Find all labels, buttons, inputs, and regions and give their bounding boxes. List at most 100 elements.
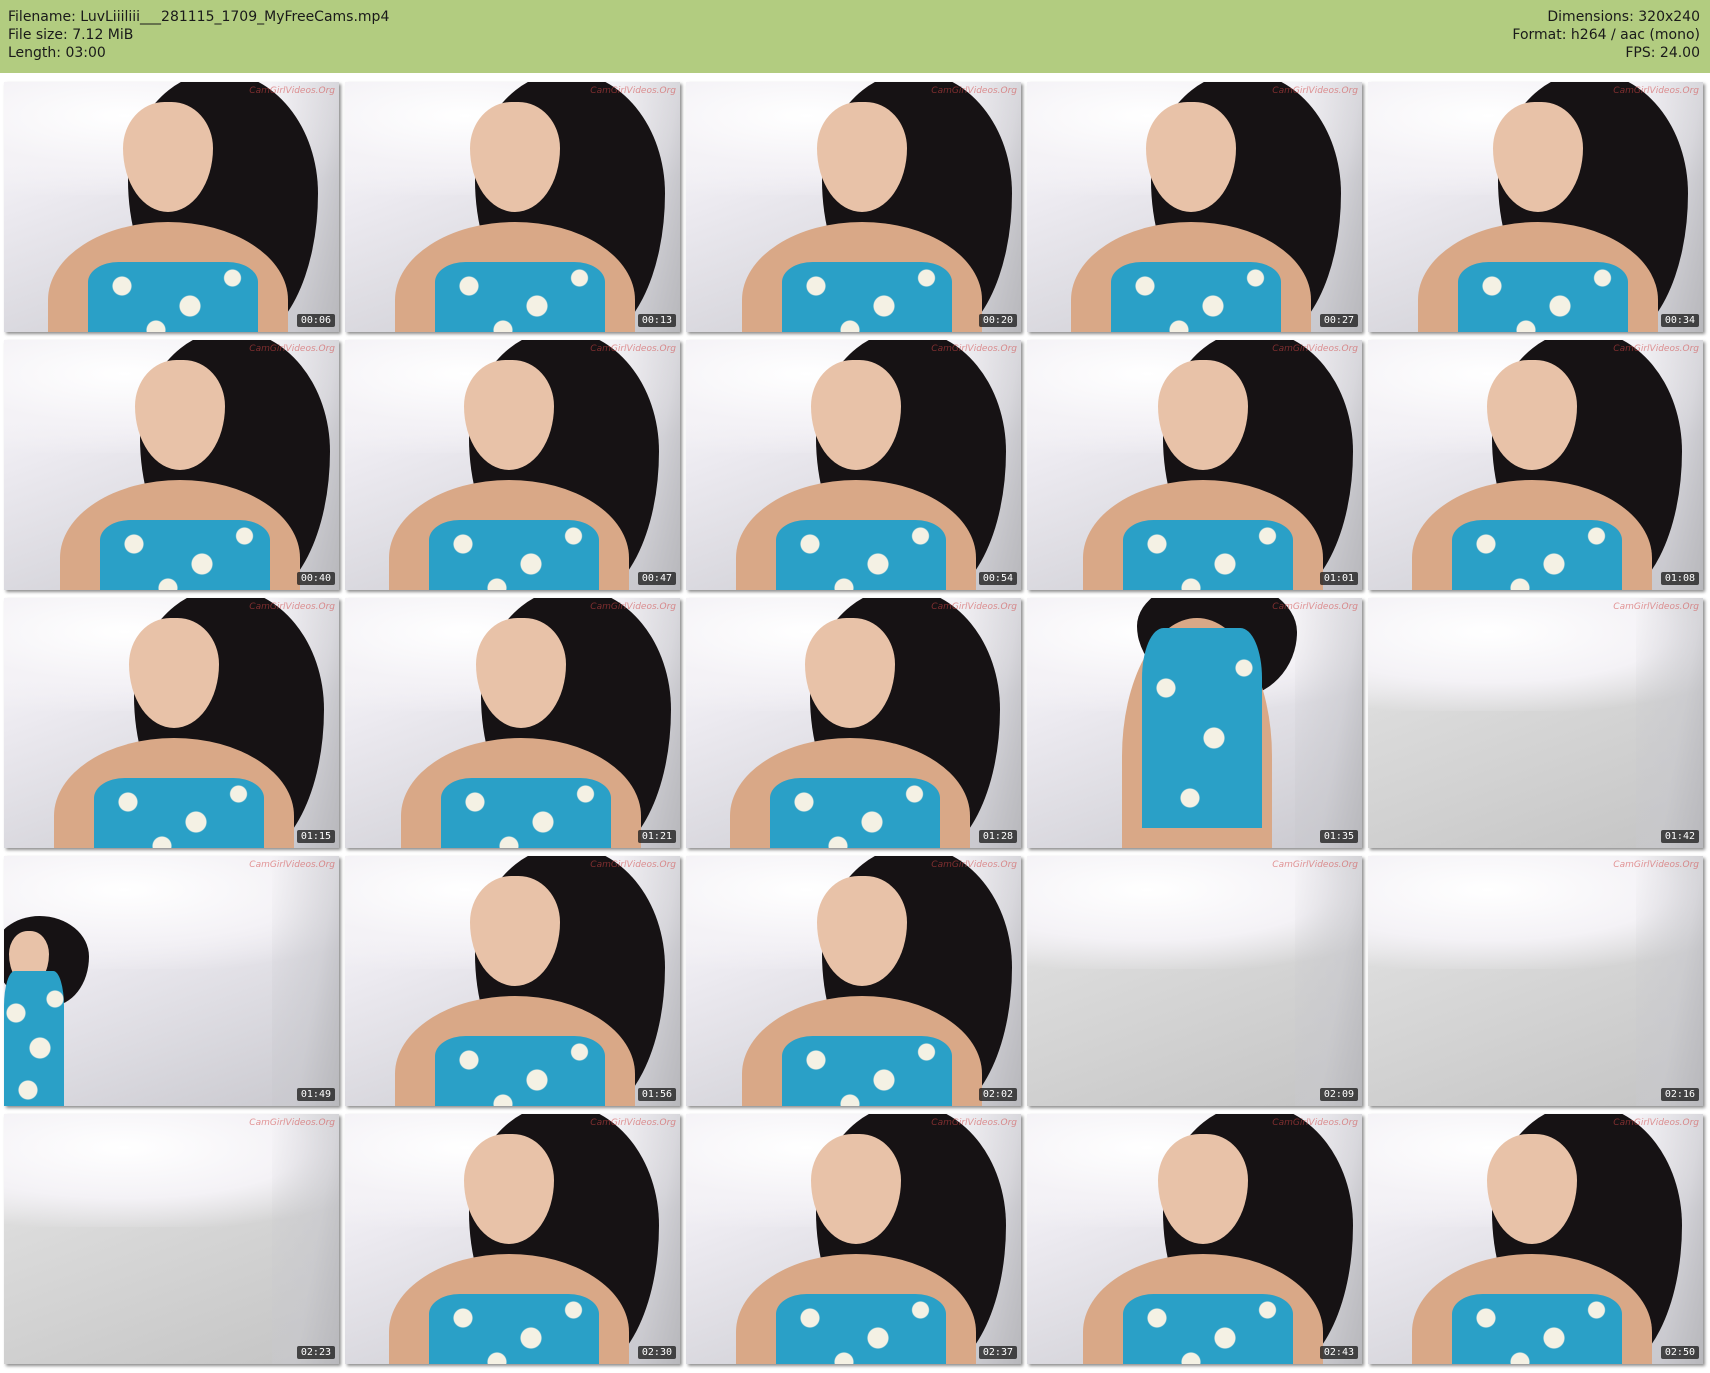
info-header: Filename: LuvLiiiliii___281115_1709_MyFr… bbox=[0, 0, 1710, 73]
room-corner bbox=[1636, 856, 1703, 1106]
timestamp-label: 00:13 bbox=[637, 314, 676, 327]
video-thumbnail[interactable]: CamGirlVideos.Org 00:54 bbox=[686, 340, 1021, 590]
timestamp-label: 01:35 bbox=[1319, 830, 1358, 843]
watermark-text: CamGirlVideos.Org bbox=[249, 86, 335, 96]
dress-shape bbox=[776, 1294, 946, 1364]
timestamp-label: 01:56 bbox=[637, 1088, 676, 1101]
video-thumbnail[interactable]: CamGirlVideos.Org 00:06 bbox=[4, 82, 339, 332]
timestamp-label: 02:30 bbox=[637, 1346, 676, 1359]
dress-shape bbox=[1452, 1294, 1622, 1364]
video-thumbnail[interactable]: CamGirlVideos.Org 01:49 bbox=[4, 856, 339, 1106]
filename-label: Filename: LuvLiiiliii___281115_1709_MyFr… bbox=[8, 9, 390, 25]
video-thumbnail[interactable]: CamGirlVideos.Org 02:02 bbox=[686, 856, 1021, 1106]
dress-shape bbox=[776, 520, 946, 590]
watermark-text: CamGirlVideos.Org bbox=[931, 1118, 1017, 1128]
video-thumbnail[interactable]: CamGirlVideos.Org 00:27 bbox=[1027, 82, 1362, 332]
video-thumbnail[interactable]: CamGirlVideos.Org 02:09 bbox=[1027, 856, 1362, 1106]
video-thumbnail[interactable]: CamGirlVideos.Org 01:56 bbox=[345, 856, 680, 1106]
filesize-label: File size: 7.12 MiB bbox=[8, 27, 134, 43]
watermark-text: CamGirlVideos.Org bbox=[1272, 860, 1358, 870]
room-corner bbox=[1636, 598, 1703, 848]
watermark-text: CamGirlVideos.Org bbox=[931, 344, 1017, 354]
dress-shape bbox=[88, 262, 258, 332]
watermark-text: CamGirlVideos.Org bbox=[590, 860, 676, 870]
room-corner bbox=[1295, 598, 1362, 848]
thumbnail-grid: CamGirlVideos.Org 00:06 CamGirlVideos.Org 0… bbox=[4, 82, 1703, 1364]
video-thumbnail[interactable]: CamGirlVideos.Org 02:30 bbox=[345, 1114, 680, 1364]
timestamp-label: 02:23 bbox=[296, 1346, 335, 1359]
video-thumbnail[interactable]: CamGirlVideos.Org 00:20 bbox=[686, 82, 1021, 332]
watermark-text: CamGirlVideos.Org bbox=[249, 602, 335, 612]
dress-shape bbox=[1111, 262, 1281, 332]
video-thumbnail[interactable]: CamGirlVideos.Org 01:08 bbox=[1368, 340, 1703, 590]
watermark-text: CamGirlVideos.Org bbox=[590, 1118, 676, 1128]
timestamp-label: 00:47 bbox=[637, 572, 676, 585]
media-info: Dimensions: 320x240 Format: h264 / aac (… bbox=[1512, 8, 1700, 62]
timestamp-label: 02:16 bbox=[1660, 1088, 1699, 1101]
watermark-text: CamGirlVideos.Org bbox=[590, 86, 676, 96]
watermark-text: CamGirlVideos.Org bbox=[1613, 860, 1699, 870]
room-corner bbox=[1295, 856, 1362, 1106]
watermark-text: CamGirlVideos.Org bbox=[1613, 86, 1699, 96]
timestamp-label: 01:15 bbox=[296, 830, 335, 843]
video-thumbnail[interactable]: CamGirlVideos.Org 02:23 bbox=[4, 1114, 339, 1364]
watermark-text: CamGirlVideos.Org bbox=[1613, 1118, 1699, 1128]
watermark-text: CamGirlVideos.Org bbox=[931, 860, 1017, 870]
dress-shape bbox=[441, 778, 611, 848]
dress-shape bbox=[4, 971, 64, 1106]
watermark-text: CamGirlVideos.Org bbox=[249, 1118, 335, 1128]
timestamp-label: 01:28 bbox=[978, 830, 1017, 843]
video-thumbnail[interactable]: CamGirlVideos.Org 00:40 bbox=[4, 340, 339, 590]
watermark-text: CamGirlVideos.Org bbox=[249, 344, 335, 354]
timestamp-label: 02:43 bbox=[1319, 1346, 1358, 1359]
timestamp-label: 00:06 bbox=[296, 314, 335, 327]
dress-shape bbox=[1452, 520, 1622, 590]
dress-shape bbox=[1458, 262, 1628, 332]
watermark-text: CamGirlVideos.Org bbox=[931, 86, 1017, 96]
fps-label: FPS: 24.00 bbox=[1625, 45, 1700, 61]
timestamp-label: 00:34 bbox=[1660, 314, 1699, 327]
timestamp-label: 01:42 bbox=[1660, 830, 1699, 843]
timestamp-label: 00:27 bbox=[1319, 314, 1358, 327]
dress-shape bbox=[1142, 628, 1262, 828]
video-thumbnail[interactable]: CamGirlVideos.Org 02:37 bbox=[686, 1114, 1021, 1364]
timestamp-label: 01:08 bbox=[1660, 572, 1699, 585]
watermark-text: CamGirlVideos.Org bbox=[590, 344, 676, 354]
file-info: Filename: LuvLiiiliii___281115_1709_MyFr… bbox=[8, 8, 389, 62]
video-thumbnail[interactable]: CamGirlVideos.Org 02:43 bbox=[1027, 1114, 1362, 1364]
dimensions-label: Dimensions: 320x240 bbox=[1547, 9, 1700, 25]
timestamp-label: 00:40 bbox=[296, 572, 335, 585]
room-corner bbox=[272, 856, 339, 1106]
dress-shape bbox=[435, 262, 605, 332]
dress-shape bbox=[1123, 1294, 1293, 1364]
dress-shape bbox=[770, 778, 940, 848]
timestamp-label: 02:37 bbox=[978, 1346, 1017, 1359]
dress-shape bbox=[429, 520, 599, 590]
dress-shape bbox=[1123, 520, 1293, 590]
video-thumbnail[interactable]: CamGirlVideos.Org 02:16 bbox=[1368, 856, 1703, 1106]
watermark-text: CamGirlVideos.Org bbox=[931, 602, 1017, 612]
video-thumbnail[interactable]: CamGirlVideos.Org 02:50 bbox=[1368, 1114, 1703, 1364]
room-corner bbox=[272, 1114, 339, 1364]
video-thumbnail[interactable]: CamGirlVideos.Org 00:34 bbox=[1368, 82, 1703, 332]
watermark-text: CamGirlVideos.Org bbox=[1272, 602, 1358, 612]
timestamp-label: 01:01 bbox=[1319, 572, 1358, 585]
timestamp-label: 02:02 bbox=[978, 1088, 1017, 1101]
video-thumbnail[interactable]: CamGirlVideos.Org 01:15 bbox=[4, 598, 339, 848]
video-thumbnail[interactable]: CamGirlVideos.Org 01:35 bbox=[1027, 598, 1362, 848]
video-thumbnail[interactable]: CamGirlVideos.Org 00:47 bbox=[345, 340, 680, 590]
video-thumbnail[interactable]: CamGirlVideos.Org 01:21 bbox=[345, 598, 680, 848]
dress-shape bbox=[435, 1036, 605, 1106]
video-thumbnail[interactable]: CamGirlVideos.Org 01:28 bbox=[686, 598, 1021, 848]
timestamp-label: 02:50 bbox=[1660, 1346, 1699, 1359]
watermark-text: CamGirlVideos.Org bbox=[1613, 344, 1699, 354]
watermark-text: CamGirlVideos.Org bbox=[1272, 86, 1358, 96]
video-thumbnail[interactable]: CamGirlVideos.Org 01:01 bbox=[1027, 340, 1362, 590]
dress-shape bbox=[100, 520, 270, 590]
watermark-text: CamGirlVideos.Org bbox=[1613, 602, 1699, 612]
dress-shape bbox=[429, 1294, 599, 1364]
timestamp-label: 01:21 bbox=[637, 830, 676, 843]
length-label: Length: 03:00 bbox=[8, 45, 106, 61]
video-thumbnail[interactable]: CamGirlVideos.Org 00:13 bbox=[345, 82, 680, 332]
video-thumbnail[interactable]: CamGirlVideos.Org 01:42 bbox=[1368, 598, 1703, 848]
